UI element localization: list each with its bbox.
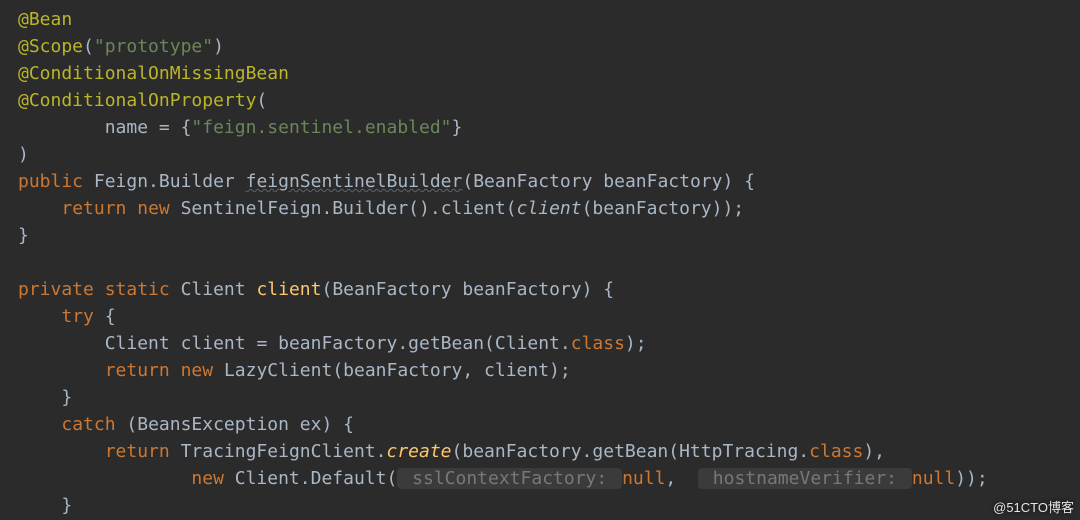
keyword-class-2: class: [809, 441, 863, 462]
type-lazyclient: LazyClient: [224, 360, 332, 381]
paren: ): [213, 36, 224, 57]
comma: ,: [665, 468, 687, 489]
annotation-scope: @Scope: [18, 36, 83, 57]
sig: (: [321, 279, 332, 300]
param-beanFactory: beanFactory: [603, 171, 722, 192]
method-feignSentinelBuilder: feignSentinelBuilder: [246, 171, 463, 192]
type-client: Client: [181, 279, 246, 300]
paren-close: ): [18, 144, 29, 165]
eq: = {: [148, 117, 191, 138]
static-call-create: create: [386, 441, 451, 462]
keyword-static: static: [105, 279, 170, 300]
brace: }: [61, 387, 72, 408]
param-hint-hostname: hostnameVerifier:: [698, 468, 912, 489]
args-create-1: (beanFactory.getBean(HttpTracing.: [452, 441, 810, 462]
type-beanfactory-2: BeanFactory: [332, 279, 451, 300]
paren: ) {: [321, 414, 354, 435]
param-beanFactory-2: beanFactory: [462, 279, 581, 300]
annotation-conditional-property: @ConditionalOnProperty: [18, 90, 256, 111]
param-name-label: name: [105, 117, 148, 138]
keyword-return-3: return: [105, 441, 170, 462]
type-client-default: Client.Default(: [235, 468, 398, 489]
sig: ) {: [722, 171, 755, 192]
tail: (beanFactory));: [582, 198, 745, 219]
args-lazy: (beanFactory, client);: [332, 360, 570, 381]
keyword-return-2: return: [105, 360, 170, 381]
tail: ),: [863, 441, 885, 462]
method-client: client: [256, 279, 321, 300]
annotation-conditional-missing: @ConditionalOnMissingBean: [18, 63, 289, 84]
eq: =: [246, 333, 279, 354]
keyword-return: return: [61, 198, 126, 219]
keyword-private: private: [18, 279, 94, 300]
watermark-credit: @51CTO博客: [993, 497, 1074, 516]
string-prototype: "prototype": [94, 36, 213, 57]
brace: }: [18, 225, 29, 246]
paren: (: [116, 414, 138, 435]
keyword-new: new: [137, 198, 170, 219]
var-client: client: [181, 333, 246, 354]
type-beansexception: BeansException: [137, 414, 289, 435]
brace: }: [452, 117, 463, 138]
code-editor[interactable]: @Bean @Scope("prototype") @ConditionalOn…: [0, 0, 1080, 520]
sig: ) {: [582, 279, 615, 300]
tail: );: [625, 333, 647, 354]
keyword-try: try: [61, 306, 94, 327]
sig: (: [462, 171, 473, 192]
type-feign-builder: Feign.Builder: [94, 171, 235, 192]
brace: }: [61, 495, 72, 516]
keyword-null-1: null: [622, 468, 665, 489]
type-client-2: Client: [105, 333, 170, 354]
annotation-bean: @Bean: [18, 9, 72, 30]
keyword-new-2: new: [181, 360, 214, 381]
keyword-catch: catch: [61, 414, 115, 435]
keyword-new-3: new: [191, 468, 224, 489]
type-tracingfeignclient: TracingFeignClient.: [181, 441, 387, 462]
param-hint-ssl: sslContextFactory:: [397, 468, 622, 489]
keyword-public: public: [18, 171, 83, 192]
keyword-class-1: class: [571, 333, 625, 354]
paren: (: [256, 90, 267, 111]
tail: ));: [955, 468, 988, 489]
dot-client: .client(: [430, 198, 517, 219]
keyword-null-2: null: [912, 468, 955, 489]
paren: (: [83, 36, 94, 57]
call-client: (): [408, 198, 430, 219]
type-sentinel-feign-builder: SentinelFeign.Builder: [181, 198, 409, 219]
string-enabled: "feign.sentinel.enabled": [191, 117, 451, 138]
call-getbean: beanFactory.getBean(Client.: [278, 333, 571, 354]
inner-call-client: client: [517, 198, 582, 219]
brace: {: [94, 306, 116, 327]
type-beanfactory: BeanFactory: [473, 171, 592, 192]
var-ex: ex: [300, 414, 322, 435]
